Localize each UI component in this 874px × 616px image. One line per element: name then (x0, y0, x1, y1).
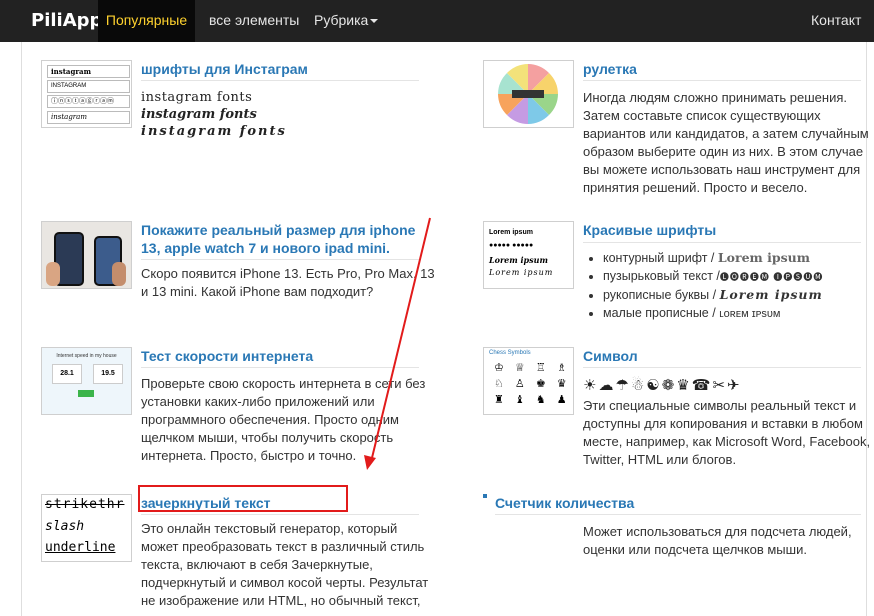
annotation-arrow-icon (364, 217, 431, 470)
